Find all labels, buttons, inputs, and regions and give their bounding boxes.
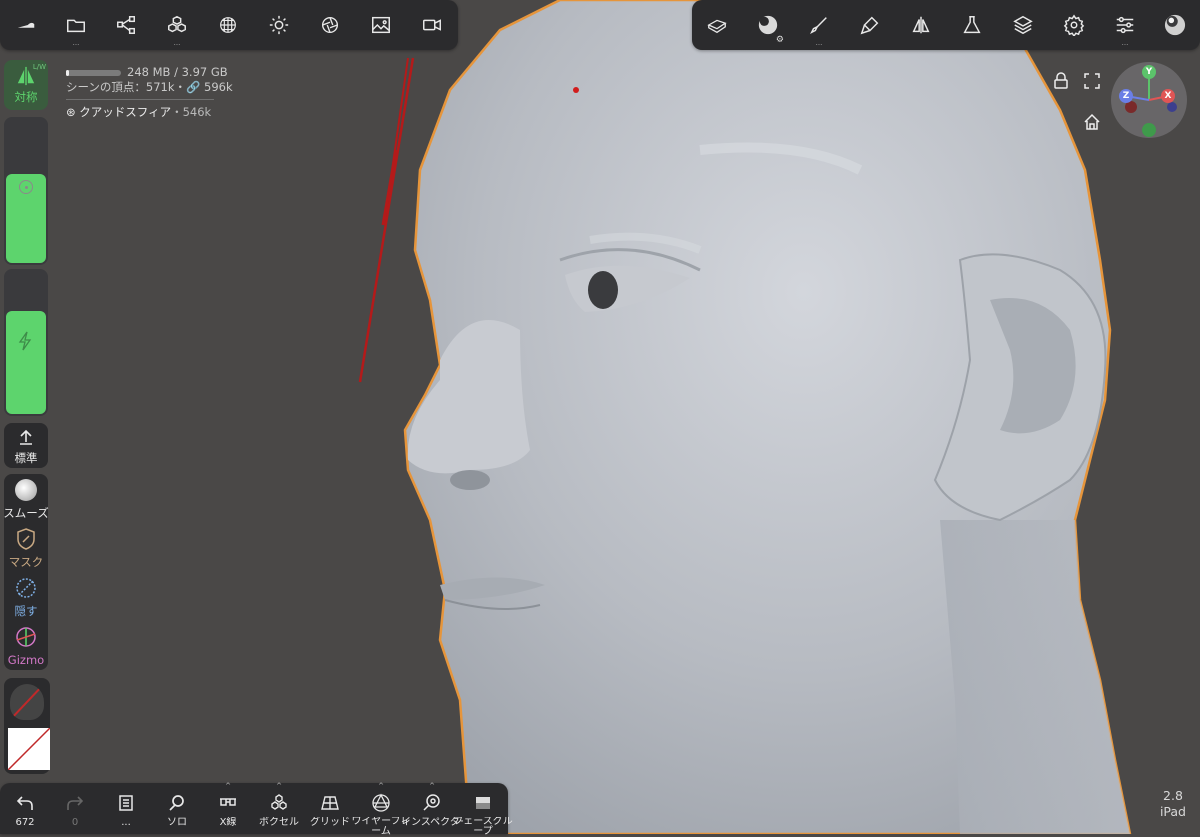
- facegroup-button[interactable]: フェースグループ: [453, 783, 513, 837]
- book-icon: [101, 793, 151, 813]
- standard-button[interactable]: 標準: [4, 423, 48, 468]
- xray-button[interactable]: ^ X線: [203, 783, 253, 833]
- axis-gizmo[interactable]: Y X Z: [1111, 62, 1187, 138]
- history-button[interactable]: ...: [101, 783, 151, 833]
- cursor-dot: [573, 87, 579, 93]
- mask-tool[interactable]: マスク: [4, 524, 48, 572]
- mask-shield-icon: [17, 528, 35, 554]
- 3d-viewport[interactable]: [0, 0, 1200, 834]
- inspector-icon: [407, 793, 457, 813]
- object-row[interactable]: ⊛ クアッドスフィア・546k: [66, 105, 233, 120]
- search-icon: [152, 793, 202, 813]
- gear-icon[interactable]: [1049, 0, 1099, 50]
- grid-plane-icon: [305, 793, 355, 813]
- inspector-button[interactable]: ^ インスペクター: [401, 783, 463, 833]
- facegroup-icon: [458, 793, 508, 813]
- home-view-button[interactable]: [1083, 113, 1101, 131]
- fullscreen-button[interactable]: [1083, 72, 1101, 90]
- version-label: 2.8 iPad: [1159, 788, 1186, 819]
- folder-icon[interactable]: ...: [51, 0, 101, 50]
- cubes-icon[interactable]: ...: [152, 0, 202, 50]
- paint-tube-icon[interactable]: [845, 0, 895, 50]
- axis-y-label[interactable]: Y: [1142, 65, 1156, 79]
- sphere-object-icon: ⊛: [66, 105, 76, 119]
- undo-button[interactable]: 672: [0, 783, 50, 833]
- sliders-icon[interactable]: ...: [1100, 0, 1150, 50]
- bottom-toolbar: 672 0 ... ソロ ^ X線 ^ ボクセル グリッド ^ ワイヤーフレーム…: [0, 783, 513, 837]
- gizmo-tool[interactable]: Gizmo: [4, 622, 48, 670]
- info-divider: [66, 99, 214, 100]
- smooth-brush-icon: [15, 479, 37, 501]
- sun-icon[interactable]: [254, 0, 304, 50]
- wireframe-icon: [356, 793, 406, 813]
- upload-icon: [18, 429, 34, 449]
- scene-vertices: シーンの頂点：571k・🔗 596k: [66, 80, 233, 94]
- axis-z-label[interactable]: Z: [1119, 89, 1133, 103]
- wireframe-button[interactable]: ^ ワイヤーフレーム: [351, 783, 410, 837]
- shoe-icon[interactable]: [1, 0, 51, 50]
- lightning-icon: [18, 331, 32, 355]
- home-icon: [1084, 113, 1100, 130]
- smooth-tool[interactable]: スムーズ: [3, 474, 49, 522]
- mesh-box-icon[interactable]: [692, 0, 742, 50]
- glasses-icon: [203, 793, 253, 813]
- radius-icon: [19, 180, 33, 194]
- gizmo-icon: [15, 626, 37, 652]
- gear-badge-icon: ⚙: [775, 35, 784, 45]
- hide-icon: [15, 577, 37, 603]
- intensity-slider-fill: [6, 311, 46, 414]
- memory-bar: [66, 69, 121, 76]
- top-right-toolbar: ⚙ ... ...: [692, 0, 1200, 50]
- memory-usage: 248 MB / 3.97 GB: [66, 65, 233, 80]
- redo-button[interactable]: 0: [50, 783, 100, 833]
- head-mesh[interactable]: [403, 0, 1132, 834]
- top-left-toolbar: ... ...: [0, 0, 458, 50]
- fullscreen-icon: [1084, 73, 1100, 89]
- symmetry-icon[interactable]: [896, 0, 946, 50]
- brush-icon[interactable]: ...: [794, 0, 844, 50]
- flask-icon[interactable]: [947, 0, 997, 50]
- matcap-swatch[interactable]: [10, 684, 44, 720]
- lock-view-button[interactable]: [1052, 72, 1070, 90]
- intensity-slider[interactable]: [4, 269, 48, 416]
- share-nodes-icon[interactable]: [101, 0, 151, 50]
- voxel-cubes-icon: [254, 793, 304, 813]
- redo-icon: [50, 793, 100, 813]
- voxel-button[interactable]: ^ ボクセル: [254, 783, 304, 833]
- scene-info: 248 MB / 3.97 GB シーンの頂点：571k・🔗 596k ⊛ クア…: [66, 65, 233, 120]
- image-icon[interactable]: [356, 0, 406, 50]
- symmetry-button[interactable]: 対称 L/W: [4, 60, 48, 110]
- sphere-grid-icon[interactable]: [203, 0, 253, 50]
- material-swatch-panel: [4, 678, 51, 774]
- grid-button[interactable]: グリッド: [305, 783, 355, 833]
- undo-icon: [0, 793, 50, 813]
- matcap-sphere-icon[interactable]: [1150, 0, 1200, 50]
- hide-tool[interactable]: 隠す: [4, 573, 48, 621]
- radius-slider[interactable]: [4, 117, 48, 265]
- material-sphere-icon[interactable]: ⚙: [743, 0, 793, 50]
- axis-x-label[interactable]: X: [1161, 89, 1175, 103]
- solo-button[interactable]: ソロ: [152, 783, 202, 833]
- tool-stack: スムーズ マスク 隠す Gizmo: [3, 474, 49, 670]
- video-icon[interactable]: [407, 0, 457, 50]
- aperture-icon[interactable]: [305, 0, 355, 50]
- link-icon: 🔗: [186, 80, 201, 94]
- layers-icon[interactable]: [998, 0, 1048, 50]
- lock-icon: [1054, 72, 1068, 89]
- color-swatch[interactable]: [7, 727, 51, 771]
